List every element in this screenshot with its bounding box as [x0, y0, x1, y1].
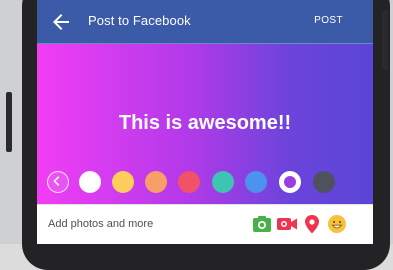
background-swatch-row: [37, 168, 373, 196]
status-canvas[interactable]: This is awesome!!: [37, 44, 373, 204]
phone-side-button-left: [6, 92, 12, 152]
app-screen: Post to Facebook POST This is awesome!!: [37, 0, 373, 244]
swatch-blue[interactable]: [245, 171, 267, 193]
add-media-bar[interactable]: Add photos and more: [37, 204, 373, 244]
camera-icon[interactable]: [251, 213, 273, 235]
swatch-gradient-purple-selected[interactable]: [279, 171, 301, 193]
swatch-yellow[interactable]: [112, 171, 134, 193]
swatch-white[interactable]: [79, 171, 101, 193]
back-arrow-icon[interactable]: [49, 10, 73, 34]
add-photos-label: Add photos and more: [48, 218, 154, 230]
post-button[interactable]: POST: [314, 15, 343, 26]
swatch-back-button[interactable]: [47, 171, 69, 193]
smiley-icon[interactable]: [326, 213, 348, 235]
page-title: Post to Facebook: [88, 13, 191, 28]
status-text[interactable]: This is awesome!!: [37, 112, 373, 135]
app-header: Post to Facebook POST: [37, 0, 373, 44]
swatch-orange[interactable]: [145, 171, 167, 193]
phone-frame: Post to Facebook POST This is awesome!!: [0, 0, 393, 270]
chevron-left-icon: [53, 176, 60, 186]
swatch-teal[interactable]: [212, 171, 234, 193]
video-icon[interactable]: [276, 213, 298, 235]
swatch-dark-gray[interactable]: [313, 171, 335, 193]
location-pin-icon[interactable]: [301, 213, 323, 235]
swatch-red[interactable]: [178, 171, 200, 193]
phone-side-button: [382, 10, 388, 70]
